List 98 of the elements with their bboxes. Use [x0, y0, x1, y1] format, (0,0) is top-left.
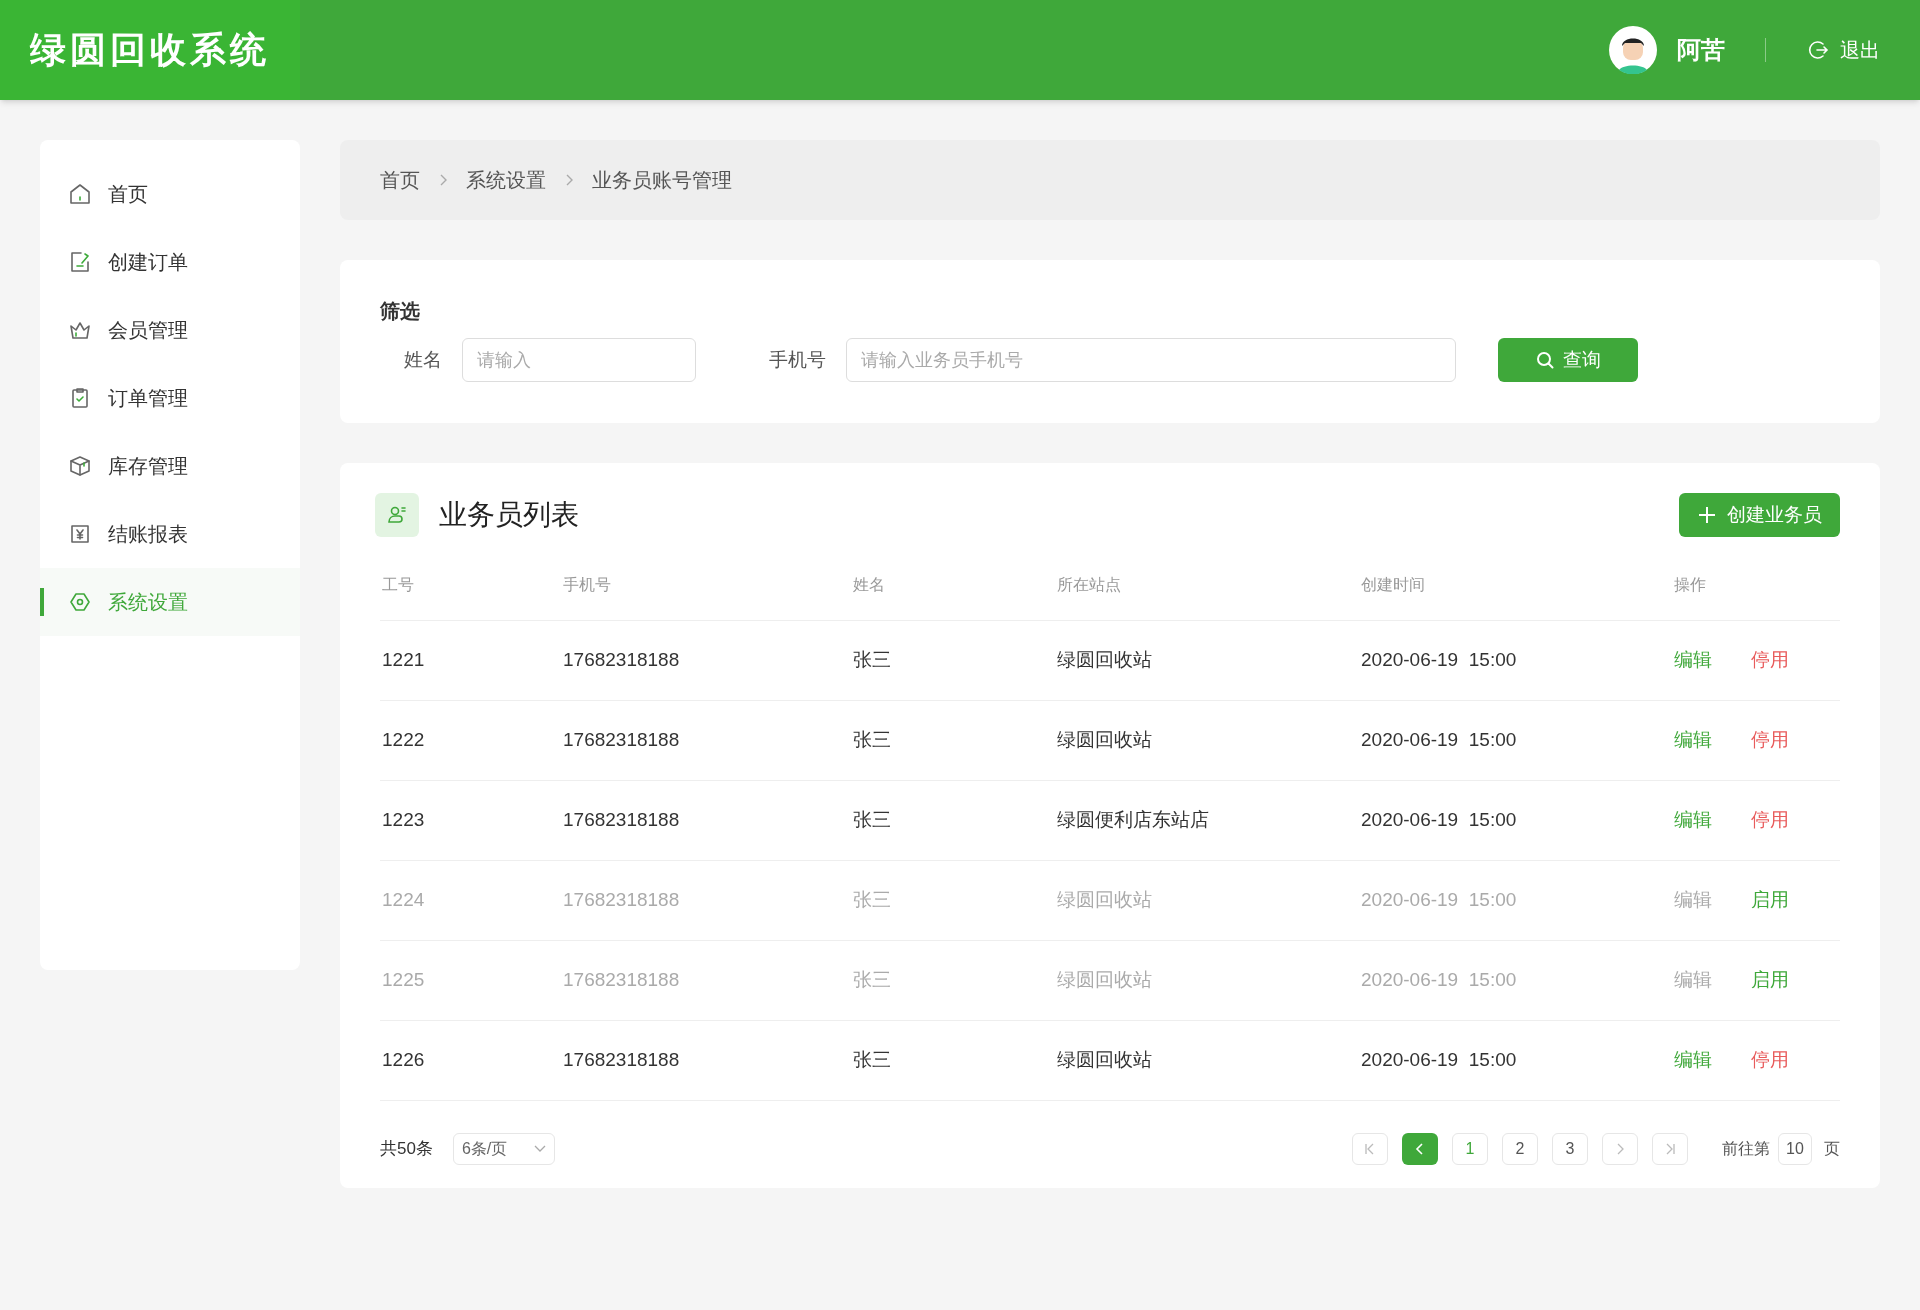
first-page-button[interactable]	[1352, 1133, 1388, 1165]
table-cell: 17682318188	[563, 889, 680, 911]
edit-link[interactable]: 编辑	[1674, 886, 1712, 915]
chevron-right-icon	[1615, 1143, 1625, 1155]
toggle-status-link[interactable]: 停用	[1751, 806, 1789, 835]
column-header: 创建时间	[1361, 575, 1425, 593]
page-number-button[interactable]: 3	[1552, 1133, 1588, 1165]
chevron-right-icon	[564, 173, 574, 187]
goto-suffix: 页	[1824, 1139, 1840, 1159]
yen-icon	[68, 522, 92, 546]
last-page-icon	[1664, 1143, 1676, 1155]
table-cell: 2020-06-19 15:00	[1361, 729, 1517, 751]
search-button[interactable]: 查询	[1498, 338, 1638, 382]
list-title: 业务员列表	[439, 498, 579, 532]
table-cell: 绿圆回收站	[1057, 1049, 1152, 1071]
table-cell: 17682318188	[563, 649, 680, 671]
table-cell: 绿圆便利店东站店	[1057, 809, 1209, 831]
create-staff-button[interactable]: 创建业务员	[1679, 493, 1840, 537]
staff-list-icon	[375, 493, 419, 537]
edit-link[interactable]: 编辑	[1674, 726, 1712, 755]
toggle-status-link[interactable]: 停用	[1751, 726, 1789, 755]
table-cell: 1226	[382, 1049, 425, 1071]
logout-icon	[1806, 38, 1830, 62]
toggle-status-link[interactable]: 启用	[1751, 886, 1789, 915]
page-number-button[interactable]: 1	[1452, 1133, 1488, 1165]
table-cell: 2020-06-19 15:00	[1361, 969, 1517, 991]
edit-link[interactable]: 编辑	[1674, 646, 1712, 675]
column-header: 操作	[1674, 575, 1706, 593]
goto-label: 前往第	[1722, 1139, 1770, 1159]
breadcrumb-link[interactable]: 系统设置	[466, 165, 546, 195]
chevron-down-icon	[533, 1145, 546, 1153]
table-cell: 2020-06-19 15:00	[1361, 649, 1517, 671]
plus-icon	[1697, 505, 1717, 525]
column-header: 姓名	[853, 575, 885, 593]
table-cell: 张三	[853, 889, 891, 911]
table-cell: 张三	[853, 649, 891, 671]
table-cell: 2020-06-19 15:00	[1361, 1049, 1517, 1071]
table-cell: 17682318188	[563, 1049, 680, 1071]
user-avatar	[1609, 26, 1657, 74]
table-cell: 张三	[853, 729, 891, 751]
table-cell: 1221	[382, 649, 425, 671]
home-icon	[68, 182, 92, 206]
breadcrumb-link[interactable]: 业务员账号管理	[592, 165, 732, 195]
sidebar-item[interactable]: 库存管理	[40, 432, 300, 500]
table-cell: 张三	[853, 969, 891, 991]
sidebar-item[interactable]: 首页	[40, 160, 300, 228]
column-header: 手机号	[563, 575, 611, 593]
app-logo: 绿圆回收系统	[30, 28, 270, 72]
toggle-status-link[interactable]: 停用	[1751, 1046, 1789, 1075]
table-cell: 17682318188	[563, 969, 680, 991]
sidebar-item[interactable]: 系统设置	[40, 568, 300, 636]
table-cell: 绿圆回收站	[1057, 729, 1152, 751]
box-icon	[68, 454, 92, 478]
user-name: 阿苦	[1677, 35, 1725, 65]
column-header: 工号	[382, 575, 414, 593]
table-cell: 1223	[382, 809, 425, 831]
next-page-button[interactable]	[1602, 1133, 1638, 1165]
table-cell: 2020-06-19 15:00	[1361, 889, 1517, 911]
page-size-select[interactable]: 6条/页	[452, 1133, 555, 1165]
logout-button[interactable]: 退出	[1806, 35, 1880, 65]
input-field[interactable]: 请输入业务员手机号	[846, 338, 1456, 382]
edit-link[interactable]: 编辑	[1674, 1046, 1712, 1075]
table-cell: 绿圆回收站	[1057, 649, 1152, 671]
table-cell: 1225	[382, 969, 425, 991]
sidebar-item[interactable]: 会员管理	[40, 296, 300, 364]
breadcrumb-link[interactable]: 首页	[380, 165, 420, 195]
last-page-button[interactable]	[1652, 1133, 1688, 1165]
field-label: 姓名	[403, 347, 443, 372]
table-cell: 绿圆回收站	[1057, 889, 1152, 911]
field-label: 手机号	[768, 347, 827, 372]
first-page-icon	[1364, 1143, 1376, 1155]
toggle-status-link[interactable]: 启用	[1751, 966, 1789, 995]
table-cell: 绿圆回收站	[1057, 969, 1152, 991]
sidebar-item[interactable]: 结账报表	[40, 500, 300, 568]
chevron-right-icon	[438, 173, 448, 187]
search-icon	[1535, 350, 1555, 370]
total-count: 共50条	[380, 1138, 433, 1161]
table-cell: 2020-06-19 15:00	[1361, 809, 1517, 831]
goto-page-field[interactable]: 10	[1778, 1133, 1812, 1165]
table-cell: 1224	[382, 889, 425, 911]
column-header: 所在站点	[1057, 575, 1121, 593]
table-cell: 张三	[853, 809, 891, 831]
toggle-status-link[interactable]: 停用	[1751, 646, 1789, 675]
settings-icon	[68, 590, 92, 614]
table-cell: 17682318188	[563, 729, 680, 751]
sidebar-item[interactable]: 创建订单	[40, 228, 300, 296]
sidebar-item[interactable]: 订单管理	[40, 364, 300, 432]
edit-icon	[68, 250, 92, 274]
input-field[interactable]: 请输入	[462, 338, 696, 382]
chevron-left-icon	[1415, 1143, 1425, 1155]
table-cell: 17682318188	[563, 809, 680, 831]
edit-link[interactable]: 编辑	[1674, 806, 1712, 835]
table-cell: 张三	[853, 1049, 891, 1071]
edit-link[interactable]: 编辑	[1674, 966, 1712, 995]
page-number-button[interactable]: 2	[1502, 1133, 1538, 1165]
table-cell: 1222	[382, 729, 425, 751]
previous-page-button[interactable]	[1402, 1133, 1438, 1165]
filter-title: 筛选	[380, 299, 421, 324]
